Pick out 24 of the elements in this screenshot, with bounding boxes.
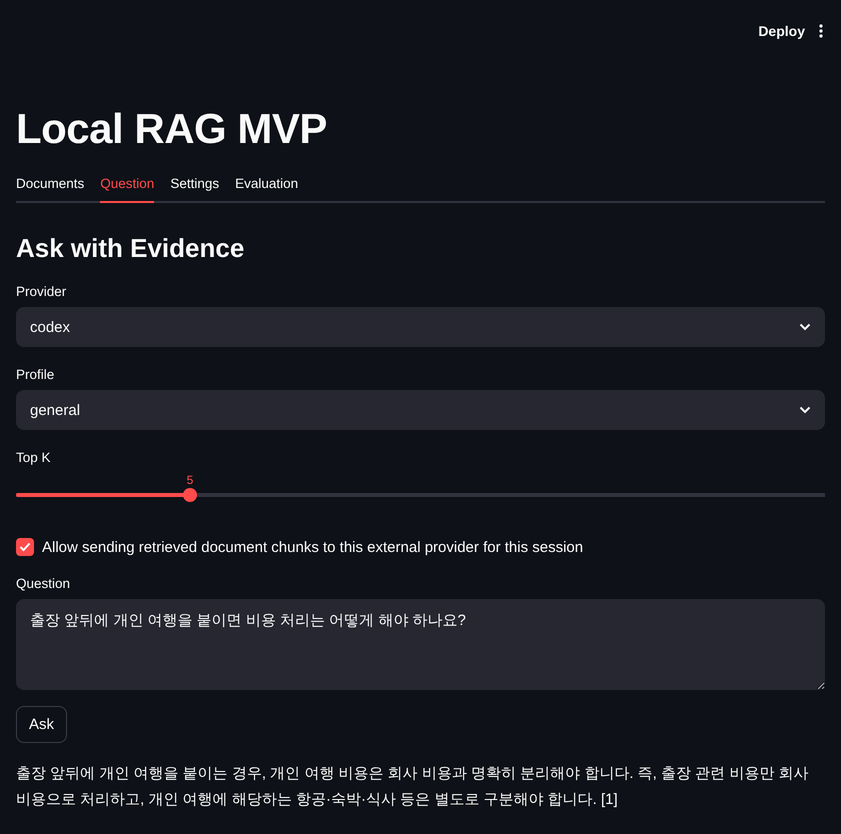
chevron-down-icon [799,323,811,332]
select-field[interactable]: codex [16,307,825,348]
more-menu-icon[interactable] [819,24,823,38]
ask-button[interactable]: Ask [16,706,68,744]
page-title: Local RAG MVP [16,104,328,154]
field-label: Question [16,576,72,592]
deploy-button[interactable]: Deploy [758,23,805,39]
checkbox[interactable] [16,538,34,556]
tab[interactable]: Question [100,176,154,204]
slider-value: 5 [186,473,194,488]
section-title: Ask with Evidence [16,233,246,264]
tab[interactable]: Evaluation [235,176,298,204]
tab[interactable]: Documents [16,176,84,204]
field-label: Profile [16,367,56,382]
checkbox-label: Allow sending retrieved document chunks to this external provider for this session [42,538,584,556]
select-field[interactable]: general [16,390,825,430]
field-label: Provider [16,284,68,300]
tab[interactable]: Settings [170,176,220,204]
chevron-down-icon [799,406,811,414]
slider-thumb[interactable] [182,488,197,502]
question-input[interactable]: 출장 앞뒤에 개인 여행을 붙이면 비용 처리는 어떻게 해야 하나요? [16,599,825,690]
answer-text: 출장 앞뒤에 개인 여행을 붙이는 경우, 개인 여행 비용은 회사 비용과 명확히 분리해야 합니다. 즉, 출장 관련 비용만 회사 비용으로 처리하고, 개인 여행에 해당하는 항공·숙박·식사 등은 별도로 구분해야 합니다. [1] [16,764,810,810]
check-icon [19,542,31,552]
field-label: Top K [16,450,52,466]
